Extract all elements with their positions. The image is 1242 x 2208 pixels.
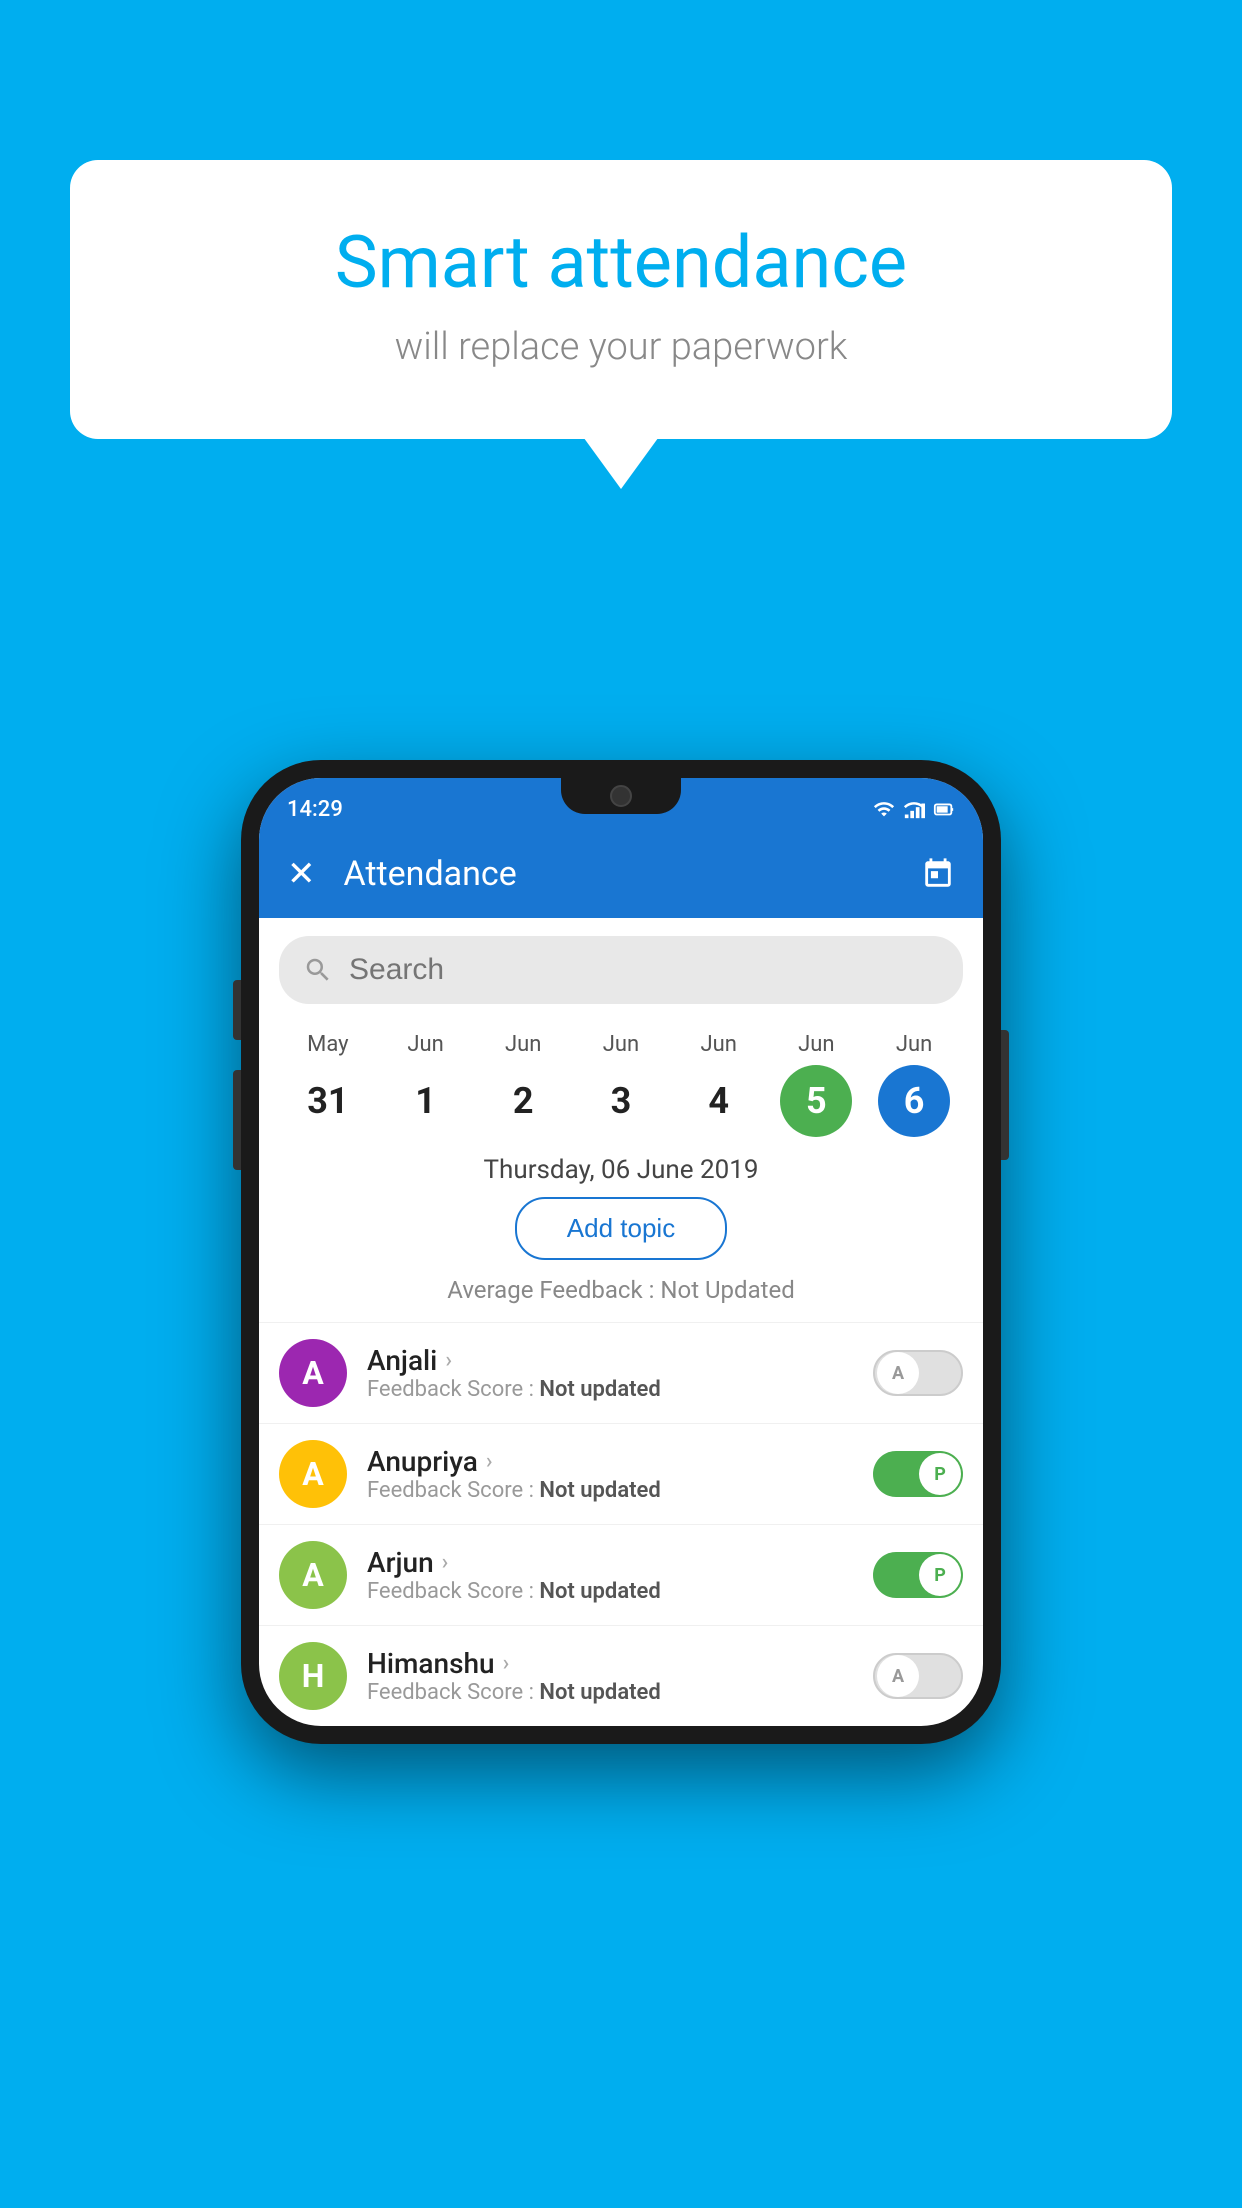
avatar: A	[279, 1339, 347, 1407]
cal-date[interactable]: 6	[878, 1065, 950, 1137]
student-info: Anjali ›Feedback Score : Not updated	[367, 1344, 873, 1402]
volume-up-button	[233, 980, 241, 1040]
feedback-value: Not updated	[539, 1680, 660, 1705]
student-item[interactable]: A Arjun ›Feedback Score : Not updated P	[259, 1524, 983, 1625]
calendar-day[interactable]: Jun 5	[771, 1032, 861, 1137]
student-name: Himanshu ›	[367, 1647, 873, 1680]
chevron-icon: ›	[445, 1348, 452, 1373]
student-name: Anjali ›	[367, 1344, 873, 1377]
attendance-toggle-wrapper[interactable]: A	[873, 1350, 963, 1396]
cal-date[interactable]: 3	[585, 1065, 657, 1137]
chevron-icon: ›	[503, 1651, 510, 1676]
hero-section: Smart attendance will replace your paper…	[70, 160, 1172, 439]
cal-date[interactable]: 2	[487, 1065, 559, 1137]
status-time: 14:29	[287, 797, 343, 822]
cal-month: Jun	[407, 1032, 443, 1057]
avatar: A	[279, 1541, 347, 1609]
add-topic-button[interactable]: Add topic	[515, 1197, 727, 1260]
attendance-toggle-wrapper[interactable]: P	[873, 1451, 963, 1497]
cal-month: Jun	[505, 1032, 541, 1057]
calendar-strip: May 31 Jun 1 Jun 2 Jun 3 Jun 4 Jun 5 Jun 6	[259, 1022, 983, 1137]
avatar: H	[279, 1642, 347, 1710]
signal-icon	[903, 798, 925, 820]
cal-date[interactable]: 31	[292, 1065, 364, 1137]
attendance-toggle[interactable]: A	[873, 1350, 963, 1396]
cal-date[interactable]: 5	[780, 1065, 852, 1137]
calendar-day[interactable]: Jun 4	[674, 1032, 764, 1137]
toggle-knob: P	[919, 1554, 961, 1596]
attendance-toggle-wrapper[interactable]: A	[873, 1653, 963, 1699]
cal-month: Jun	[603, 1032, 639, 1057]
average-feedback: Average Feedback : Not Updated	[259, 1276, 983, 1304]
search-icon	[303, 955, 333, 985]
close-button[interactable]: ✕	[287, 854, 316, 894]
cal-month: Jun	[798, 1032, 834, 1057]
student-info: Himanshu ›Feedback Score : Not updated	[367, 1647, 873, 1705]
selected-date: Thursday, 06 June 2019	[259, 1155, 983, 1185]
hero-subtitle: will replace your paperwork	[150, 325, 1092, 369]
phone-notch	[561, 778, 681, 814]
feedback-score: Feedback Score : Not updated	[367, 1478, 873, 1503]
feedback-score: Feedback Score : Not updated	[367, 1680, 873, 1705]
calendar-day[interactable]: Jun 2	[478, 1032, 568, 1137]
wifi-icon	[873, 798, 895, 820]
volume-down-button	[233, 1070, 241, 1170]
toggle-knob: P	[919, 1453, 961, 1495]
attendance-toggle-wrapper[interactable]: P	[873, 1552, 963, 1598]
phone-mockup: 14:29	[241, 760, 1001, 1744]
feedback-score: Feedback Score : Not updated	[367, 1579, 873, 1604]
app-bar-title: Attendance	[344, 854, 894, 894]
feedback-value: Not updated	[539, 1579, 660, 1604]
hero-title: Smart attendance	[150, 220, 1092, 305]
cal-month: May	[307, 1032, 348, 1057]
search-input[interactable]	[349, 953, 939, 987]
calendar-icon[interactable]	[921, 857, 955, 891]
student-info: Arjun ›Feedback Score : Not updated	[367, 1546, 873, 1604]
attendance-toggle[interactable]: P	[873, 1451, 963, 1497]
student-list: AAnjali ›Feedback Score : Not updatedAAA…	[259, 1322, 983, 1726]
chevron-icon: ›	[442, 1550, 449, 1575]
student-item[interactable]: AAnjali ›Feedback Score : Not updatedA	[259, 1322, 983, 1423]
student-item[interactable]: H Himanshu ›Feedback Score : Not updatedA	[259, 1625, 983, 1726]
feedback-score: Feedback Score : Not updated	[367, 1377, 873, 1402]
avatar: A	[279, 1440, 347, 1508]
feedback-value: Not updated	[539, 1478, 660, 1503]
status-icons	[873, 798, 955, 820]
toggle-knob: A	[877, 1655, 919, 1697]
calendar-day[interactable]: May 31	[283, 1032, 373, 1137]
cal-month: Jun	[896, 1032, 932, 1057]
speech-bubble: Smart attendance will replace your paper…	[70, 160, 1172, 439]
cal-date[interactable]: 4	[683, 1065, 755, 1137]
chevron-icon: ›	[486, 1449, 493, 1474]
student-info: Anupriya ›Feedback Score : Not updated	[367, 1445, 873, 1503]
battery-icon	[933, 798, 955, 820]
cal-month: Jun	[700, 1032, 736, 1057]
calendar-day[interactable]: Jun 1	[381, 1032, 471, 1137]
front-camera	[610, 785, 632, 807]
calendar-day[interactable]: Jun 3	[576, 1032, 666, 1137]
app-bar: ✕ Attendance	[259, 830, 983, 918]
attendance-toggle[interactable]: A	[873, 1653, 963, 1699]
student-name: Anupriya ›	[367, 1445, 873, 1478]
power-button	[1001, 1030, 1009, 1160]
student-name: Arjun ›	[367, 1546, 873, 1579]
attendance-toggle[interactable]: P	[873, 1552, 963, 1598]
feedback-value: Not updated	[539, 1377, 660, 1402]
cal-date[interactable]: 1	[390, 1065, 462, 1137]
calendar-day[interactable]: Jun 6	[869, 1032, 959, 1137]
phone-screen: 14:29	[259, 778, 983, 1726]
student-item[interactable]: A Anupriya ›Feedback Score : Not updated P	[259, 1423, 983, 1524]
toggle-knob: A	[877, 1352, 919, 1394]
search-bar[interactable]	[279, 936, 963, 1004]
